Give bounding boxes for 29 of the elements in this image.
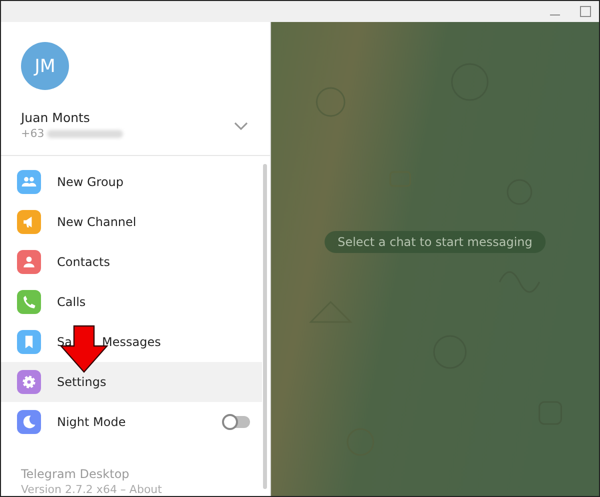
phone-icon xyxy=(17,290,41,314)
bookmark-icon xyxy=(17,330,41,354)
gear-icon xyxy=(17,370,41,394)
channel-icon xyxy=(17,210,41,234)
menu-item[interactable]: Calls xyxy=(1,282,262,322)
menu-label: Messages xyxy=(102,335,161,349)
phone-number: +63 xyxy=(21,127,44,140)
menu-label: Settings xyxy=(57,375,106,389)
menu-label: New Group xyxy=(57,175,124,189)
app-name: Telegram Desktop xyxy=(21,467,130,481)
menu-item[interactable]: Night Mode xyxy=(1,402,262,442)
empty-chat-hint: Select a chat to start messaging xyxy=(324,231,546,253)
menu-label: Night Mode xyxy=(57,415,126,429)
menu-label: Calls xyxy=(57,295,86,309)
person-icon xyxy=(17,250,41,274)
version-text: Version 2.7.2 x64 – About xyxy=(21,483,163,496)
menu-label: Contacts xyxy=(57,255,110,269)
moon-icon xyxy=(17,410,41,434)
menu-item[interactable]: New Group xyxy=(1,162,262,202)
menu-label: New Channel xyxy=(57,215,136,229)
menu-item[interactable]: Contacts xyxy=(1,242,262,282)
user-name: Juan Monts xyxy=(21,110,91,125)
scrollbar[interactable] xyxy=(263,164,267,489)
menu-item[interactable]: New Channel xyxy=(1,202,262,242)
group-icon xyxy=(17,170,41,194)
night-mode-toggle[interactable] xyxy=(224,416,250,428)
maximize-icon[interactable] xyxy=(580,6,591,17)
chevron-down-icon[interactable] xyxy=(234,122,248,130)
menu-item[interactable]: Settings xyxy=(1,362,262,402)
